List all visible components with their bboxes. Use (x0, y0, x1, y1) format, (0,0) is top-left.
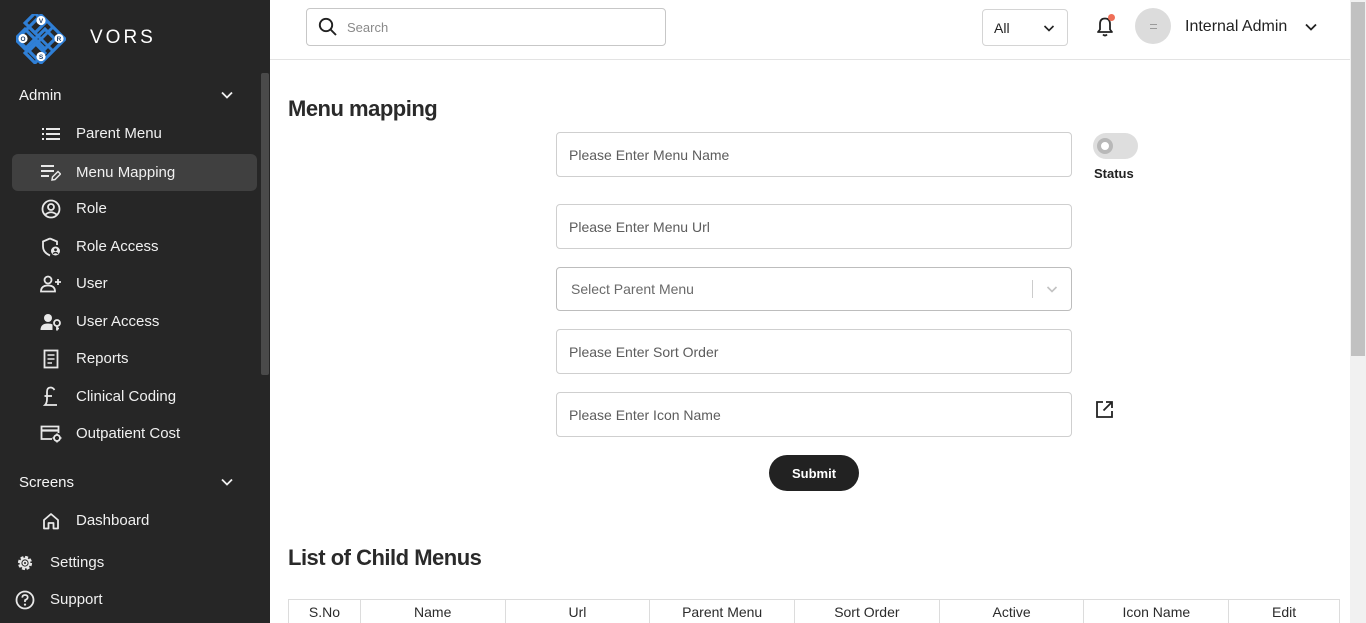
avatar[interactable] (1135, 8, 1171, 44)
edit-list-icon (40, 162, 62, 184)
sidebar-item-menu-mapping[interactable]: Menu Mapping (12, 154, 257, 191)
sidebar-item-outpatient-cost[interactable]: Outpatient Cost (12, 415, 257, 452)
scope-select-value: All (994, 19, 1010, 36)
sidebar-item-settings[interactable]: Settings (12, 544, 257, 581)
sidebar-item-reports[interactable]: Reports (12, 340, 257, 377)
notification-button[interactable] (1092, 14, 1118, 40)
icon-name-field[interactable] (556, 392, 1072, 437)
status-toggle[interactable] (1093, 133, 1138, 159)
sidebar-item-parent-menu[interactable]: Parent Menu (12, 115, 257, 152)
user-plus-icon (40, 273, 62, 295)
user-circle-icon (40, 198, 62, 220)
chevron-down-icon (221, 478, 233, 486)
help-icon (14, 589, 36, 611)
submit-button[interactable]: Submit (769, 455, 859, 491)
child-menus-table: S.No Name Url Parent Menu Sort Order Act… (288, 599, 1340, 623)
menu-url-field[interactable] (556, 204, 1072, 249)
logo-letter: O (20, 36, 25, 43)
brand-name: VORS (90, 27, 156, 48)
search-box[interactable] (306, 8, 666, 46)
user-key-icon (40, 311, 62, 333)
sidebar-item-role[interactable]: Role (12, 190, 257, 227)
sidebar-item-label: Role Access (76, 238, 159, 255)
chevron-down-icon (1033, 283, 1071, 295)
sidebar-item-label: Reports (76, 350, 129, 367)
card-settings-icon (40, 423, 62, 445)
column-header-parent-menu[interactable]: Parent Menu (650, 600, 796, 623)
sidebar-item-label: Clinical Coding (76, 388, 177, 405)
sidebar-scrollbar[interactable] (261, 73, 269, 375)
search-icon (318, 17, 337, 36)
sidebar-item-label: Settings (50, 554, 105, 571)
top-bar: All Internal Admin (270, 0, 1350, 60)
sidebar-item-support[interactable]: Support (12, 581, 257, 618)
sidebar-item-user-access[interactable]: User Access (12, 303, 257, 340)
section-admin[interactable]: Admin (19, 83, 234, 107)
list-title: List of Child Menus (288, 545, 482, 570)
logo-letter: V (39, 18, 44, 25)
home-icon (40, 510, 62, 532)
user-name[interactable]: Internal Admin (1185, 18, 1287, 36)
column-header-icon-name[interactable]: Icon Name (1084, 600, 1230, 623)
sidebar-item-label: Menu Mapping (76, 164, 176, 181)
notification-badge (1108, 14, 1115, 21)
page-title: Menu mapping (288, 96, 438, 121)
parent-menu-select[interactable]: Select Parent Menu (556, 267, 1072, 311)
section-screens[interactable]: Screens (19, 470, 234, 494)
page-scrollbar-thumb[interactable] (1351, 2, 1365, 356)
list-icon (40, 123, 62, 145)
sort-order-input[interactable] (557, 330, 1071, 373)
column-header-active[interactable]: Active (940, 600, 1085, 623)
sidebar: V O R S VORS Admin Parent Menu Menu Mapp… (0, 0, 270, 623)
sidebar-item-label: Parent Menu (76, 125, 162, 142)
column-header-url[interactable]: Url (506, 600, 651, 623)
sidebar-item-label: Dashboard (76, 512, 150, 529)
logo-letter: S (39, 54, 44, 61)
sidebar-item-label: Outpatient Cost (76, 425, 181, 442)
scope-select[interactable]: All (982, 9, 1068, 46)
sidebar-item-clinical-coding[interactable]: Clinical Coding (12, 378, 257, 415)
icon-name-input[interactable] (557, 393, 1071, 436)
sidebar-item-role-access[interactable]: Role Access (12, 228, 257, 265)
report-icon (40, 348, 62, 370)
user-menu-chevron-icon[interactable] (1304, 20, 1318, 34)
column-header-edit[interactable]: Edit (1229, 600, 1339, 623)
parent-menu-placeholder: Select Parent Menu (571, 281, 694, 297)
chevron-down-icon (1043, 24, 1055, 32)
chevron-down-icon (221, 91, 233, 99)
sidebar-item-user[interactable]: User (12, 265, 257, 302)
open-external-icon[interactable] (1095, 400, 1114, 419)
logo-letter: R (57, 36, 62, 43)
sidebar-item-dashboard[interactable]: Dashboard (12, 502, 257, 539)
column-header-sno[interactable]: S.No (289, 600, 361, 623)
search-input[interactable] (347, 19, 647, 35)
sort-order-field[interactable] (556, 329, 1072, 374)
menu-name-input[interactable] (557, 133, 1071, 176)
sidebar-item-label: Role (76, 200, 107, 217)
vors-logo-icon[interactable]: V O R S (16, 14, 66, 64)
column-header-name[interactable]: Name (361, 600, 506, 623)
gear-icon (14, 552, 36, 574)
column-header-sort-order[interactable]: Sort Order (795, 600, 940, 623)
menu-url-input[interactable] (557, 205, 1071, 248)
status-label: Status (1094, 166, 1134, 181)
sidebar-item-label: User (76, 275, 108, 292)
menu-name-field[interactable] (556, 132, 1072, 177)
sidebar-item-label: User Access (76, 313, 160, 330)
toggle-knob (1097, 138, 1113, 154)
pound-icon (40, 386, 62, 408)
sidebar-item-label: Support (50, 591, 103, 608)
section-label: Screens (19, 473, 75, 491)
shield-user-icon (40, 236, 62, 258)
section-label: Admin (19, 86, 62, 104)
